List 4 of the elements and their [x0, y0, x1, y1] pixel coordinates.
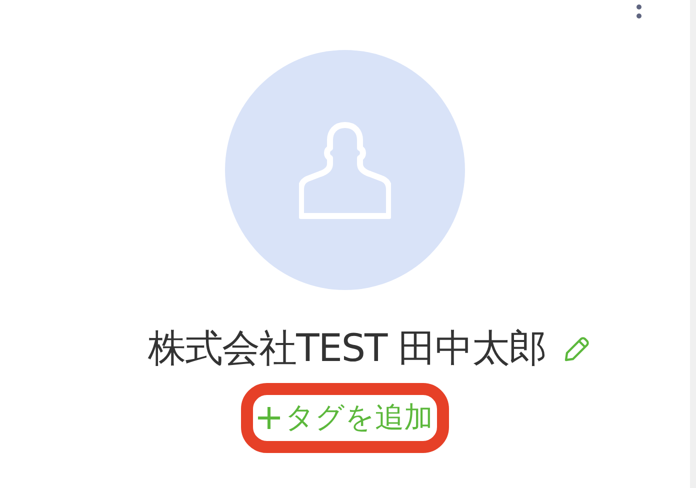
- person-icon: [299, 121, 391, 219]
- contact-name: 株式会社TEST 田中太郎: [148, 325, 546, 372]
- plus-icon: [257, 406, 281, 430]
- add-tag-button[interactable]: タグを追加: [241, 383, 449, 453]
